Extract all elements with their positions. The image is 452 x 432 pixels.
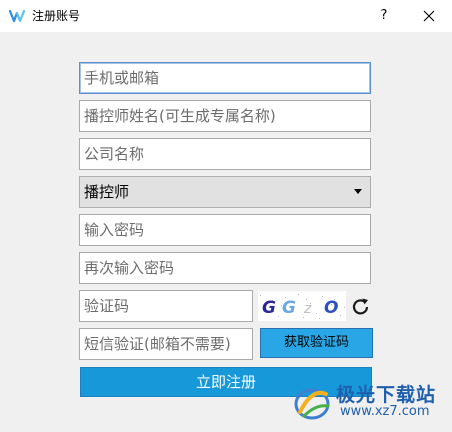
- refresh-captcha-button[interactable]: [349, 295, 373, 319]
- streamer-name-input[interactable]: 播控师姓名(可生成专属名称): [79, 100, 371, 132]
- dropdown-arrow-icon: [354, 189, 362, 194]
- captcha-input[interactable]: 验证码: [79, 290, 253, 322]
- captcha-char: G: [262, 298, 276, 318]
- title-bar[interactable]: 注册账号 ?: [0, 0, 452, 32]
- captcha-char: G: [282, 298, 296, 318]
- sms-code-input[interactable]: 短信验证(邮箱不需要): [79, 328, 253, 360]
- window-title: 注册账号: [32, 9, 81, 23]
- watermark-url: www.xz7.com: [340, 404, 430, 419]
- password-input[interactable]: 输入密码: [79, 214, 371, 246]
- captcha-image[interactable]: G G z O: [258, 291, 346, 321]
- captcha-char: O: [324, 298, 338, 318]
- password-confirm-input[interactable]: 再次输入密码: [79, 252, 371, 284]
- watermark-title: 极光下载站: [336, 384, 437, 406]
- get-code-button[interactable]: 获取验证码: [260, 328, 373, 358]
- register-dialog: 注册账号 ? 手机或邮箱 播控师姓名(可生成专属名称) 公司名称 播控师 输入密…: [0, 0, 452, 432]
- watermark: 极光下载站 www.xz7.com: [290, 378, 450, 428]
- role-select[interactable]: 播控师: [79, 176, 371, 208]
- captcha-char: z: [303, 301, 312, 317]
- app-logo-icon: [8, 9, 26, 23]
- phone-email-input[interactable]: 手机或邮箱: [79, 62, 371, 94]
- role-select-value: 播控师: [84, 183, 130, 201]
- close-icon: [423, 10, 435, 22]
- close-button[interactable]: [406, 0, 452, 32]
- watermark-logo-icon: [294, 388, 330, 420]
- company-name-input[interactable]: 公司名称: [79, 138, 371, 170]
- refresh-icon: [352, 298, 369, 315]
- help-button[interactable]: ?: [368, 0, 400, 32]
